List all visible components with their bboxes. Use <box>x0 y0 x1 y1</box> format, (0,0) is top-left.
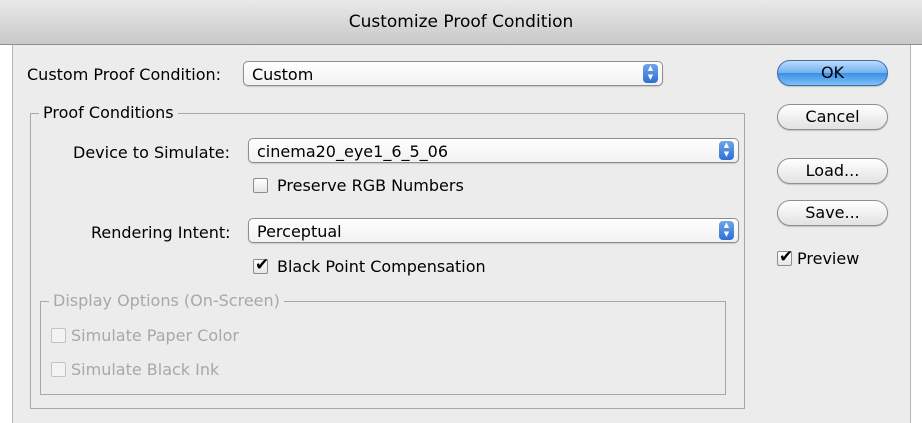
ok-button[interactable]: OK <box>777 60 888 86</box>
dialog-body: Custom Proof Condition: Custom ▲ ▼ Proof … <box>12 45 911 423</box>
preserve-rgb-checkbox[interactable] <box>253 178 268 193</box>
device-value: cinema20_eye1_6_5_06 <box>257 142 449 161</box>
device-label: Device to Simulate: <box>73 143 231 162</box>
preview-label: Preview <box>797 249 860 268</box>
proof-conditions-title: Proof Conditions <box>39 104 178 122</box>
custom-proof-value: Custom <box>252 65 314 84</box>
device-select[interactable]: cinema20_eye1_6_5_06 ▲ ▼ <box>248 138 739 163</box>
popup-arrows-icon: ▲ ▼ <box>719 141 734 160</box>
preview-checkbox[interactable] <box>777 247 793 267</box>
black-ink-label: Simulate Black Ink <box>71 360 220 379</box>
black-ink-checkbox[interactable] <box>51 362 66 377</box>
preserve-rgb-label: Preserve RGB Numbers <box>277 176 464 195</box>
cancel-button[interactable]: Cancel <box>777 104 888 130</box>
custom-proof-label: Custom Proof Condition: <box>27 65 222 84</box>
load-button[interactable]: Load... <box>777 158 888 184</box>
intent-select[interactable]: Perceptual ▲ ▼ <box>248 218 739 243</box>
display-options-group: Display Options (On-Screen) Simulate Pap… <box>40 292 726 395</box>
popup-arrows-icon: ▲ ▼ <box>719 221 734 240</box>
black-point-label: Black Point Compensation <box>277 257 486 276</box>
window-title: Customize Proof Condition <box>0 0 922 45</box>
custom-proof-select[interactable]: Custom ▲ ▼ <box>243 61 663 86</box>
proof-conditions-group: Proof Conditions Device to Simulate: cin… <box>30 104 745 409</box>
paper-color-label: Simulate Paper Color <box>71 326 239 345</box>
popup-arrows-icon: ▲ ▼ <box>643 64 658 83</box>
black-point-checkbox[interactable] <box>253 255 269 275</box>
save-button[interactable]: Save... <box>777 200 888 226</box>
display-options-title: Display Options (On-Screen) <box>49 292 284 310</box>
paper-color-checkbox[interactable] <box>51 328 66 343</box>
intent-value: Perceptual <box>257 222 342 241</box>
intent-label: Rendering Intent: <box>91 223 231 242</box>
